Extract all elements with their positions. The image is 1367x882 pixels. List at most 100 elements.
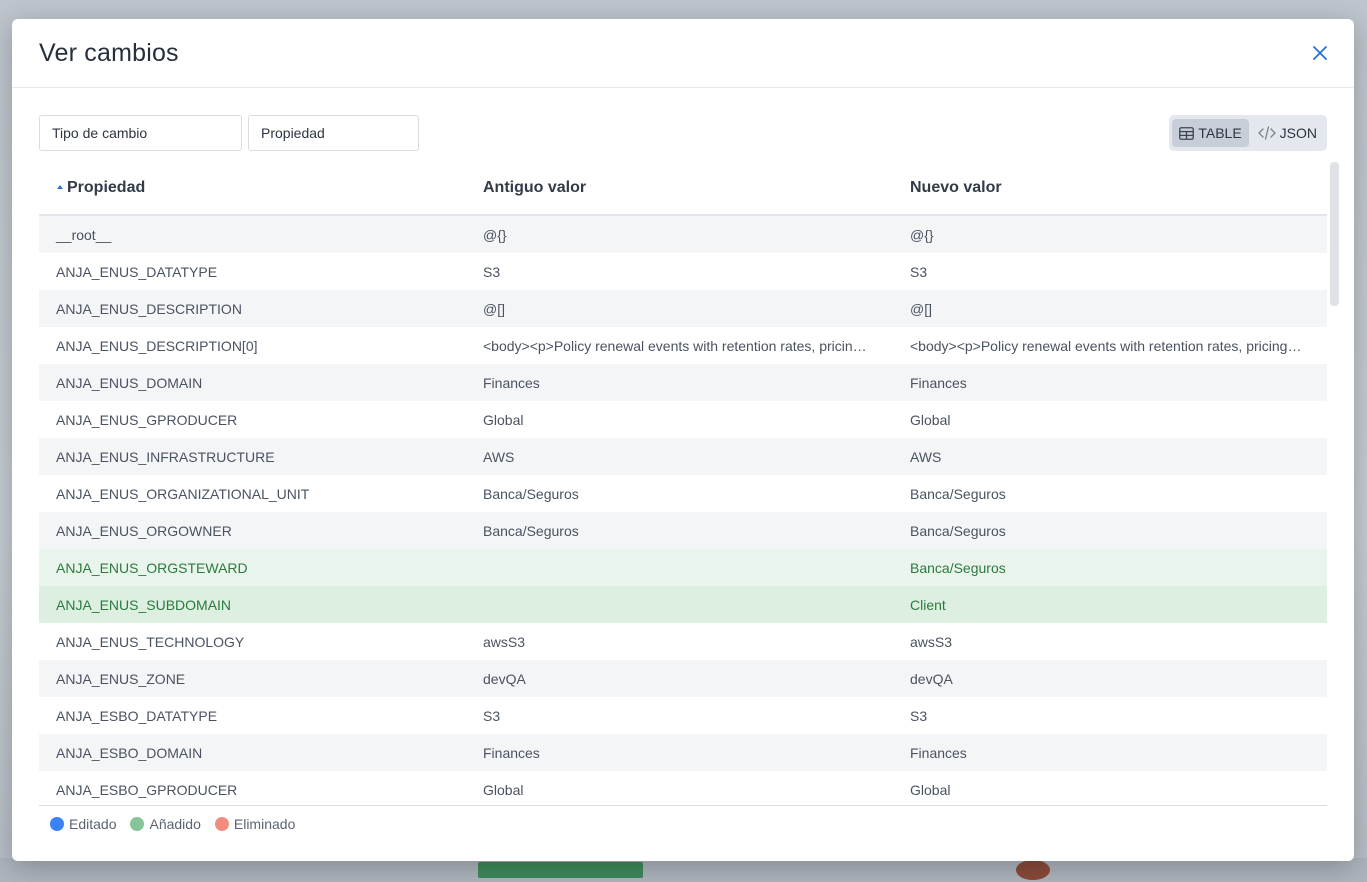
table-scrollbar[interactable] [1330,162,1339,306]
cell-property: ANJA_ENUS_DOMAIN [56,374,203,391]
cell-property: __root__ [56,226,112,243]
cell-old-value: @{} [483,226,507,243]
cell-new-value: Finances [910,374,967,391]
table-row: ANJA_ESBO_DATATYPE S3 S3 [39,697,1327,734]
cell-new-value: Client [910,596,946,613]
cell-old-value: S3 [483,263,501,280]
table-row: ANJA_ENUS_INFRASTRUCTURE AWS AWS [39,438,1327,475]
cell-new-value: devQA [910,670,953,687]
view-toggle: TABLE JSON [1169,115,1327,151]
cell-property: ANJA_ENUS_INFRASTRUCTURE [56,448,275,465]
cell-old-value: Banca/Seguros [483,485,579,502]
table-icon [1179,126,1195,140]
json-view-label: JSON [1279,125,1317,141]
cell-property: ANJA_ENUS_ORGSTEWARD [56,559,248,576]
table-view-button[interactable]: TABLE [1172,119,1249,147]
cell-old-value: AWS [483,448,515,465]
legend-item: Editado [50,816,116,832]
cell-old-value: <body><p>Policy renewal events with rete… [483,337,893,354]
cell-property: ANJA_ENUS_GPRODUCER [56,411,238,428]
legend-dot [130,816,145,831]
cell-new-value: S3 [910,707,928,724]
legend-label: Editado [69,815,117,832]
table-body: __root__ @{} @{} ANJA_ENUS_DATATYPE S3 S3 ANJA… [39,216,1327,806]
cell-property: ANJA_ENUS_DESCRIPTION [56,300,242,317]
legend: Editado Añadido Eliminado [39,805,1327,841]
view-changes-modal: Ver cambios TABLE [12,19,1354,861]
cell-new-value: awsS3 [910,633,953,650]
cell-old-value: Banca/Seguros [483,522,579,539]
cell-property: ANJA_ENUS_DATATYPE [56,263,218,280]
cell-old-value: awsS3 [483,633,526,650]
legend-dot [50,816,64,831]
table-row: __root__ @{} @{} [39,216,1327,253]
cell-old-value: Finances [483,744,540,761]
legend-dot [214,816,229,831]
cell-new-value: <body><p>Policy renewal events with rete… [910,337,1327,354]
cell-new-value: Global [910,411,951,428]
table-row: ANJA_ENUS_GPRODUCER Global Global [39,401,1327,438]
cell-new-value: Banca/Seguros [910,559,1006,576]
legend-item: Añadido [130,815,201,832]
filters [39,115,419,151]
legend-label: Añadido [149,815,201,832]
changes-table: Propiedad Antiguo valor Nuevo valor __ro… [39,162,1327,806]
table-row: ANJA_ENUS_DOMAIN Finances Finances [39,364,1327,401]
cell-property: ANJA_ENUS_ORGANIZATIONAL_UNIT [56,485,310,502]
table-row: ANJA_ENUS_DESCRIPTION @[] @[] [39,290,1327,327]
cell-property: ANJA_ESBO_DOMAIN [56,744,203,761]
table-row: ANJA_ENUS_TECHNOLOGY awsS3 awsS3 [39,623,1327,660]
close-button[interactable] [1308,41,1332,65]
legend-label: Eliminado [233,815,296,832]
table-row: ANJA_ENUS_ORGSTEWARD Banca/Seguros [39,549,1327,586]
change-type-filter-input[interactable] [39,115,242,151]
cell-property: ANJA_ENUS_TECHNOLOGY [56,633,245,650]
table-row: ANJA_ENUS_SUBDOMAIN Client [39,586,1327,623]
column-header-old-value-label: Antiguo valor [483,179,587,196]
table-header: Propiedad Antiguo valor Nuevo valor [39,162,1327,216]
cell-old-value: @[] [483,300,505,317]
table-row: ANJA_ESBO_GPRODUCER Global Global [39,771,1327,806]
cell-property: ANJA_ESBO_DATATYPE [56,707,218,724]
cell-old-value: Global [483,411,524,428]
code-icon [1258,126,1276,140]
cell-property: ANJA_ESBO_GPRODUCER [56,781,238,798]
cell-old-value: S3 [483,707,501,724]
background-button [478,862,643,878]
table-row: ANJA_ENUS_ORGANIZATIONAL_UNIT Banca/Segur… [39,475,1327,512]
table-row: ANJA_ESBO_DOMAIN Finances Finances [39,734,1327,771]
cell-property: ANJA_ENUS_ZONE [56,670,186,687]
table-view-label: TABLE [1198,125,1242,141]
column-header-new-value[interactable]: Nuevo valor [893,179,1327,197]
cell-new-value: @[] [910,300,932,317]
cell-new-value: Global [910,781,951,798]
cell-new-value: Finances [910,744,967,761]
cell-old-value: devQA [483,670,526,687]
table-row: ANJA_ENUS_ORGOWNER Banca/Seguros Banca/Seg… [39,512,1327,549]
property-filter-input[interactable] [248,115,419,151]
table-row: ANJA_ENUS_DESCRIPTION[0] <body><p>Policy … [39,327,1327,364]
cell-property: ANJA_ENUS_DESCRIPTION[0] [56,337,258,354]
modal-title: Ver cambios [39,38,179,67]
background-footer [0,858,1367,882]
table-row: ANJA_ENUS_DATATYPE S3 S3 [39,253,1327,290]
json-view-button[interactable]: JSON [1251,119,1324,147]
table-row: ANJA_ENUS_ZONE devQA devQA [39,660,1327,697]
background-avatar [1016,860,1050,880]
legend-item: Eliminado [214,815,296,832]
column-header-old-value[interactable]: Antiguo valor [466,179,893,197]
close-icon [1313,46,1327,60]
cell-new-value: S3 [910,263,928,280]
cell-new-value: Banca/Seguros [910,522,1006,539]
cell-new-value: @{} [910,226,934,243]
column-header-new-value-label: Nuevo valor [910,179,1002,196]
cell-new-value: Banca/Seguros [910,485,1006,502]
column-header-property[interactable]: Propiedad [39,179,466,197]
cell-property: ANJA_ENUS_ORGOWNER [56,522,232,539]
cell-new-value: AWS [910,448,942,465]
sort-asc-icon [57,185,63,189]
toolbar: TABLE JSON [39,115,1327,151]
column-header-property-label: Propiedad [67,179,146,196]
cell-property: ANJA_ENUS_SUBDOMAIN [56,596,232,613]
modal-header: Ver cambios [12,19,1354,88]
